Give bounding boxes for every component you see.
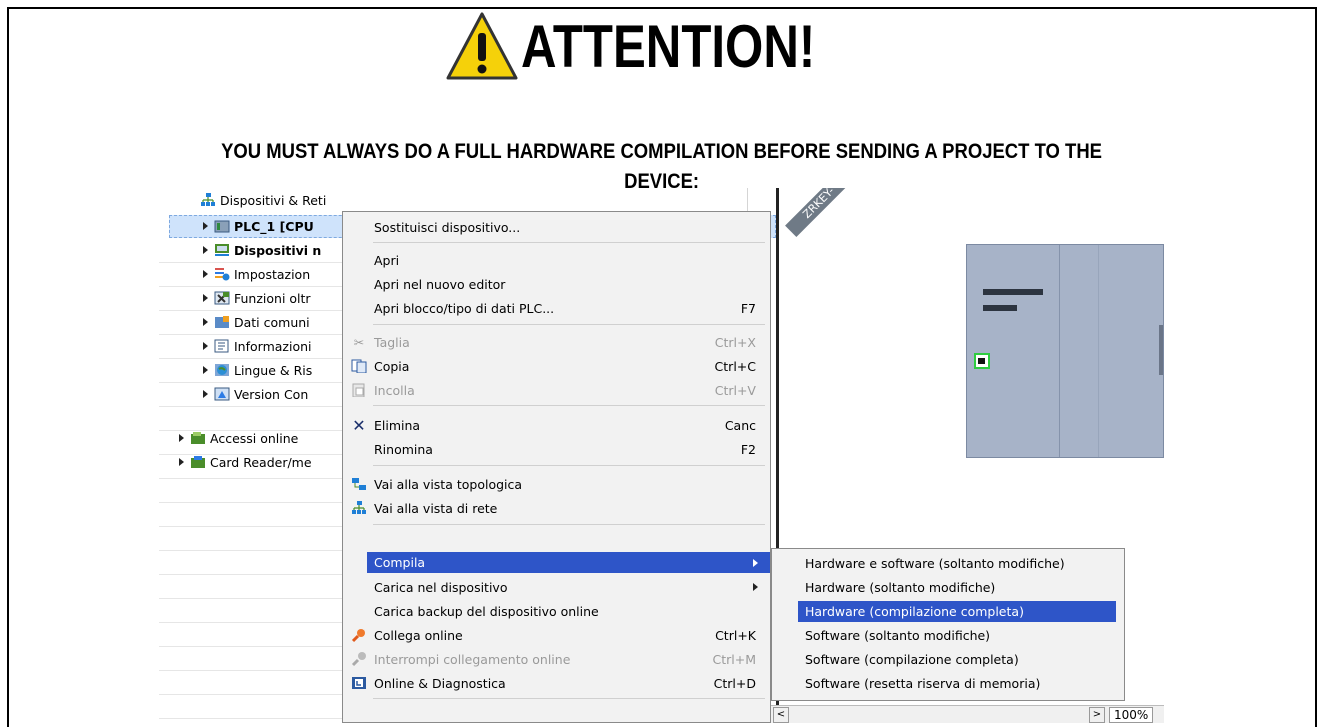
menu-item-copy[interactable]: Copia Ctrl+C [343, 355, 770, 377]
tree-item-settings[interactable]: Impostazion [203, 264, 310, 284]
settings-icon [214, 267, 230, 281]
warning-text-line-1: YOU MUST ALWAYS DO A FULL HARDWARE COMPI… [221, 140, 1103, 163]
expand-arrow-icon[interactable] [179, 458, 184, 466]
menu-item-network-view[interactable]: Vai alla vista di rete [343, 497, 770, 519]
tree-item-info[interactable]: Informazioni [203, 336, 312, 356]
plc-device-module[interactable] [966, 244, 1164, 458]
submenu-item-hw-changes[interactable]: Hardware (soltanto modifiche) [772, 577, 1124, 598]
diagnostics-icon [350, 675, 368, 691]
menu-item-rename[interactable]: Rinomina F2 [343, 438, 770, 460]
context-menu: Sostituisci dispositivo... Apri Apri nel… [342, 211, 771, 723]
tree-item-languages[interactable]: Lingue & Ris [203, 360, 312, 380]
menu-item-compile[interactable]: Compila [367, 552, 770, 573]
data-icon [214, 315, 230, 329]
card-reader-icon [190, 455, 206, 469]
network-icon [200, 193, 216, 207]
version-icon [214, 387, 230, 401]
menu-item-go-online[interactable]: Collega online Ctrl+K [343, 624, 770, 646]
scissors-icon: ✂ [353, 334, 365, 350]
warning-icon [446, 12, 518, 80]
expand-arrow-icon[interactable] [203, 342, 208, 350]
tree-item-devices[interactable]: Dispositivi n [203, 240, 321, 260]
expand-arrow-icon[interactable] [203, 246, 208, 254]
expand-arrow-icon[interactable] [203, 222, 208, 230]
globe-icon [214, 363, 230, 377]
tree-item-devices-networks[interactable]: Dispositivi & Reti [200, 190, 326, 210]
tree-item-plc[interactable]: PLC_1 [CPU [203, 216, 314, 236]
tree-item-version-control[interactable]: Version Con [203, 384, 308, 404]
submenu-item-sw-reset-memory[interactable]: Software (resetta riserva di memoria) [772, 673, 1124, 694]
menu-item-replace-device[interactable]: Sostituisci dispositivo... [343, 216, 770, 238]
port-indicator-icon [974, 353, 990, 369]
menu-item-download-to-device[interactable]: Carica nel dispositivo [343, 576, 770, 598]
menu-item-upload-backup[interactable]: Carica backup del dispositivo online [343, 600, 770, 622]
attention-header: ATTENTION! [0, 6, 1324, 86]
scroll-right-icon[interactable]: > [1089, 707, 1105, 723]
expand-arrow-icon[interactable] [203, 270, 208, 278]
menu-item-paste[interactable]: Incolla Ctrl+V [343, 379, 770, 401]
disconnect-icon [350, 651, 368, 667]
tree-item-online-access[interactable]: Accessi online [179, 428, 298, 448]
functions-icon [214, 291, 230, 305]
expand-arrow-icon[interactable] [203, 366, 208, 374]
menu-item-online-diagnostics[interactable]: Online & Diagnostica Ctrl+D [343, 672, 770, 694]
menu-item-open-new-editor[interactable]: Apri nel nuovo editor [343, 273, 770, 295]
network-icon [350, 500, 368, 516]
submenu-item-sw-full-compile[interactable]: Software (compilazione completa) [772, 649, 1124, 670]
scroll-left-icon[interactable]: < [773, 707, 789, 723]
menu-item-go-offline[interactable]: Interrompi collegamento online Ctrl+M [343, 648, 770, 670]
tree-item-common-data[interactable]: Dati comuni [203, 312, 310, 332]
view-statusbar: < > 100% [771, 705, 1164, 723]
menu-item-delete[interactable]: ✕ Elimina Canc [343, 414, 770, 436]
menu-item-topology-view[interactable]: Vai alla vista topologica [343, 473, 770, 495]
submenu-item-sw-changes[interactable]: Software (soltanto modifiche) [772, 625, 1124, 646]
paste-icon [350, 382, 368, 398]
info-icon [214, 339, 230, 353]
connect-online-icon [350, 627, 368, 643]
topology-icon [350, 476, 368, 492]
compile-submenu: Hardware e software (soltanto modifiche)… [771, 548, 1125, 701]
tia-portal-screenshot: Dispositivi & Reti PLC_1 [CPU Dispositiv… [159, 188, 1164, 723]
menu-item-open-block[interactable]: Apri blocco/tipo di dati PLC... F7 [343, 297, 770, 319]
page-title: ATTENTION! [520, 12, 815, 80]
delete-x-icon: ✕ [352, 415, 366, 435]
expand-arrow-icon[interactable] [203, 318, 208, 326]
device-name-label: ZRKEY- [785, 188, 853, 237]
tree-item-functions[interactable]: Funzioni oltr [203, 288, 311, 308]
submenu-item-hw-sw-changes[interactable]: Hardware e software (soltanto modifiche) [772, 553, 1124, 574]
menu-item-open[interactable]: Apri [343, 249, 770, 271]
expand-arrow-icon[interactable] [203, 294, 208, 302]
expand-arrow-icon[interactable] [179, 434, 184, 442]
tree-item-card-reader[interactable]: Card Reader/me [179, 452, 312, 472]
devices-icon [214, 243, 230, 257]
submenu-item-hw-full-compile[interactable]: Hardware (compilazione completa) [798, 601, 1116, 622]
expand-arrow-icon[interactable] [203, 390, 208, 398]
zoom-level[interactable]: 100% [1109, 707, 1154, 723]
submenu-arrow-icon [753, 558, 758, 567]
submenu-arrow-icon [753, 583, 758, 591]
copy-icon [350, 358, 368, 374]
plc-icon [214, 219, 230, 233]
online-access-icon [190, 431, 206, 445]
menu-item-cut[interactable]: ✂ Taglia Ctrl+X [343, 331, 770, 353]
